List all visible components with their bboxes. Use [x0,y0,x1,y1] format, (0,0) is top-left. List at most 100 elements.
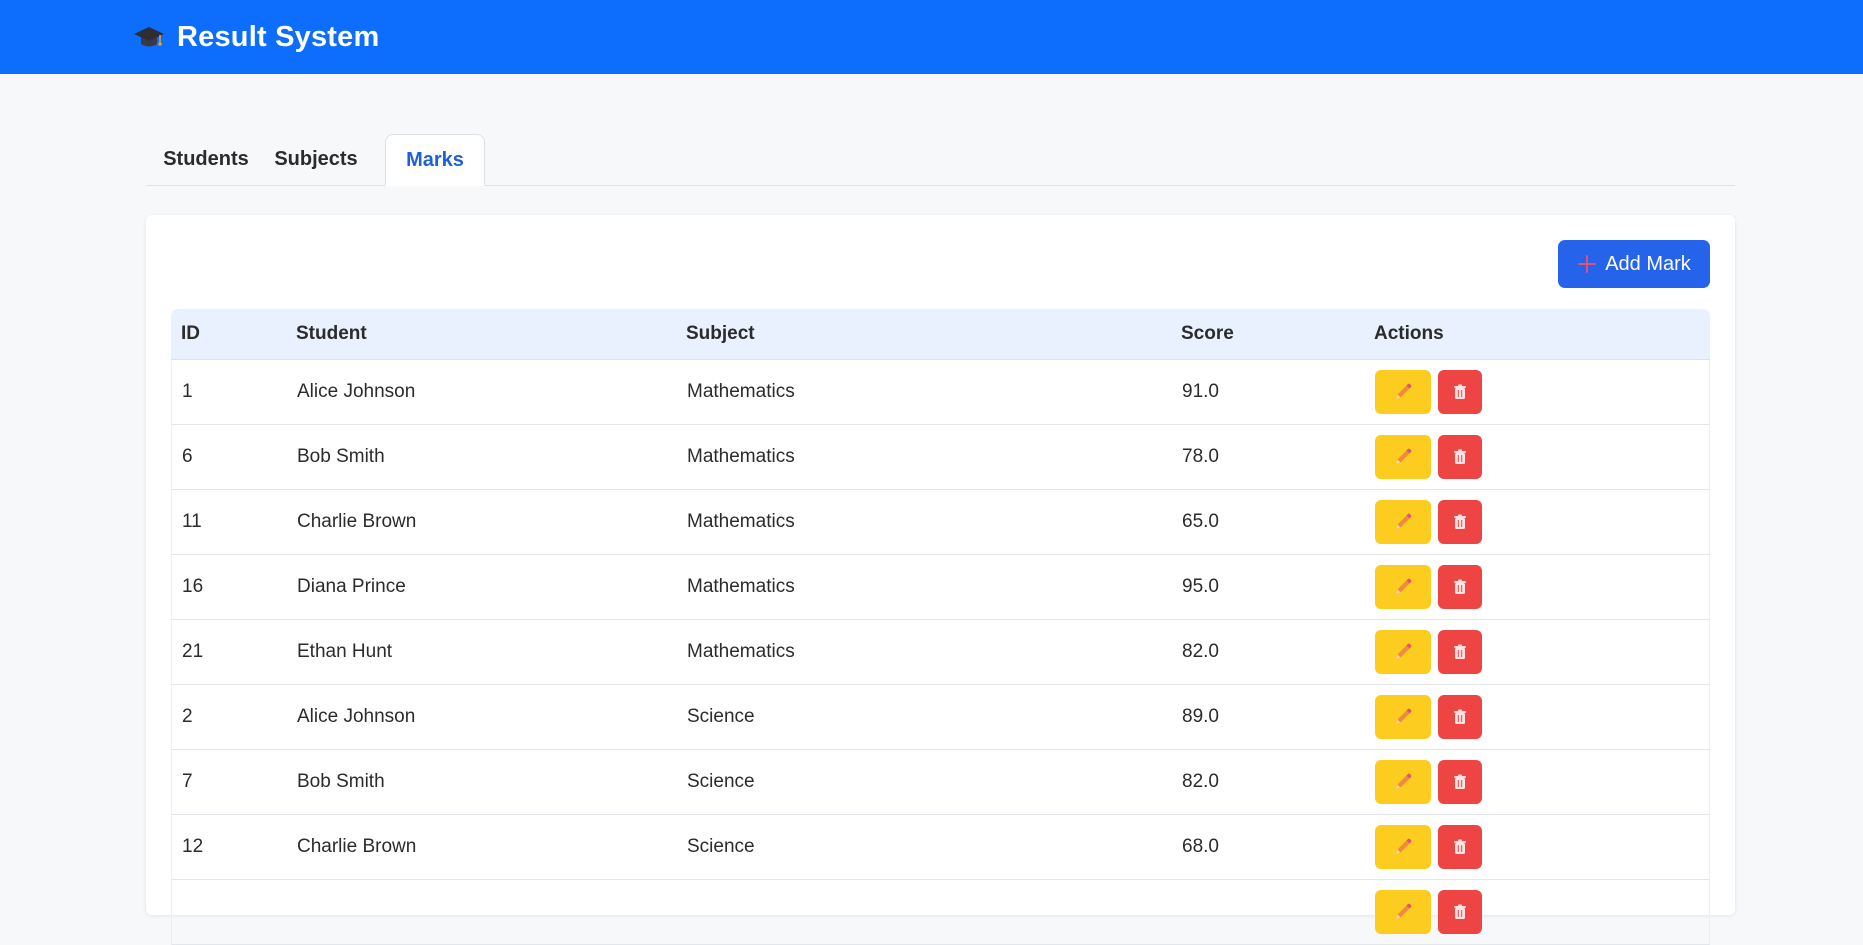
delete-button[interactable] [1438,435,1482,479]
trash-icon [1454,839,1466,854]
cell-id: 6 [182,446,193,467]
pencil-icon [1396,578,1412,594]
top-navbar: Result System [0,0,1863,74]
edit-button[interactable] [1375,370,1431,414]
marks-table: ID Student Subject Score Actions 1 Alice … [171,309,1710,945]
edit-button[interactable] [1375,565,1431,609]
cell-actions [1375,815,1482,879]
cell-id: 16 [182,576,204,597]
cell-score: 68.0 [1182,836,1219,857]
cell-id: 21 [182,641,204,662]
trash-icon [1454,384,1466,399]
cell-actions [1375,685,1482,749]
table-row: 7 Bob Smith Science 82.0 [171,750,1710,815]
pencil-icon [1396,708,1412,724]
column-header-id: ID [181,323,200,344]
cell-actions [1375,880,1482,944]
edit-button[interactable] [1375,890,1431,934]
edit-button[interactable] [1375,630,1431,674]
trash-icon [1454,904,1466,919]
column-header-subject: Subject [686,323,755,344]
column-header-score: Score [1181,323,1234,344]
edit-button[interactable] [1375,760,1431,804]
cell-score: 89.0 [1182,706,1219,727]
cell-subject: Mathematics [687,511,795,532]
cell-student: Ethan Hunt [297,641,393,662]
pencil-icon [1396,773,1412,789]
table-row [171,880,1710,945]
cell-score: 78.0 [1182,446,1219,467]
app-title: Result System [177,20,380,53]
cell-subject: Mathematics [687,446,795,467]
pencil-icon [1396,383,1412,399]
cell-student: Bob Smith [297,771,385,792]
cell-subject: Science [687,706,755,727]
add-mark-label: Add Mark [1605,252,1691,275]
pencil-icon [1396,838,1412,854]
cell-actions [1375,750,1482,814]
table-row: 1 Alice Johnson Mathematics 91.0 [171,360,1710,425]
cell-id: 11 [182,511,202,532]
delete-button[interactable] [1438,890,1482,934]
cell-actions [1375,555,1482,619]
cell-student: Charlie Brown [297,511,417,532]
plus-icon [1577,254,1597,274]
edit-button[interactable] [1375,500,1431,544]
delete-button[interactable] [1438,760,1482,804]
table-row: 21 Ethan Hunt Mathematics 82.0 [171,620,1710,685]
column-header-student: Student [296,323,367,344]
delete-button[interactable] [1438,370,1482,414]
tab-students[interactable]: Students [146,134,266,185]
cell-id: 7 [182,771,193,792]
add-mark-button[interactable]: Add Mark [1558,240,1710,288]
edit-button[interactable] [1375,695,1431,739]
cell-student: Bob Smith [297,446,385,467]
delete-button[interactable] [1438,630,1482,674]
tab-subjects[interactable]: Subjects [266,134,366,185]
tab-bar: Students Subjects Marks [146,134,1735,186]
delete-button[interactable] [1438,565,1482,609]
pencil-icon [1396,643,1412,659]
cell-score: 82.0 [1182,641,1219,662]
cell-score: 95.0 [1182,576,1219,597]
cell-student: Alice Johnson [297,706,416,727]
cell-subject: Mathematics [687,641,795,662]
cell-actions [1375,490,1482,554]
trash-icon [1454,579,1466,594]
marks-card: Add Mark ID Student Subject Score Action… [146,215,1735,945]
brand[interactable]: Result System [133,0,379,74]
delete-button[interactable] [1438,825,1482,869]
cell-subject: Mathematics [687,576,795,597]
cell-subject: Science [687,836,755,857]
table-row: 12 Charlie Brown Science 68.0 [171,815,1710,880]
edit-button[interactable] [1375,825,1431,869]
table-body: 1 Alice Johnson Mathematics 91.0 6 Bob Smith M… [171,360,1710,945]
table-row: 2 Alice Johnson Science 89.0 [171,685,1710,750]
cell-subject: Science [687,771,755,792]
trash-icon [1454,774,1466,789]
cell-actions [1375,360,1482,424]
trash-icon [1454,514,1466,529]
pencil-icon [1396,448,1412,464]
cell-score: 91.0 [1182,381,1219,402]
cell-student: Charlie Brown [297,836,417,857]
cell-score: 65.0 [1182,511,1219,532]
trash-icon [1454,709,1466,724]
table-row: 11 Charlie Brown Mathematics 65.0 [171,490,1710,555]
pencil-icon [1396,903,1412,919]
cell-actions [1375,425,1482,489]
cell-subject: Mathematics [687,381,795,402]
cell-id: 2 [182,706,193,727]
cell-actions [1375,620,1482,684]
cell-score: 82.0 [1182,771,1219,792]
delete-button[interactable] [1438,695,1482,739]
graduation-cap-icon [134,27,164,47]
tab-marks[interactable]: Marks [385,134,485,186]
delete-button[interactable] [1438,500,1482,544]
cell-student: Diana Prince [297,576,406,597]
cell-id: 12 [182,836,204,857]
trash-icon [1454,644,1466,659]
cell-student: Alice Johnson [297,381,416,402]
edit-button[interactable] [1375,435,1431,479]
table-row: 6 Bob Smith Mathematics 78.0 [171,425,1710,490]
